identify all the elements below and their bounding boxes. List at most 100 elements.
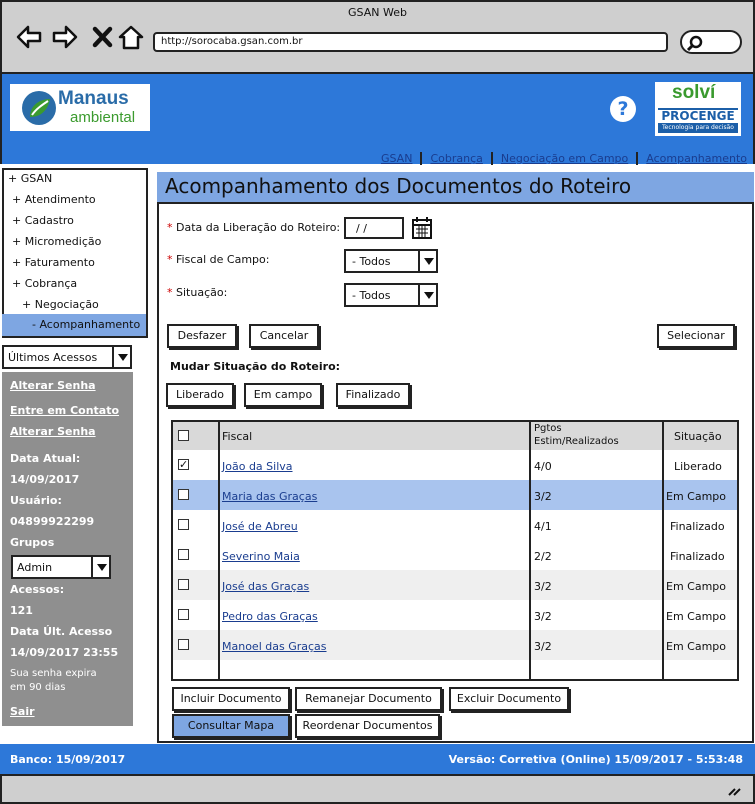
search-icon — [686, 35, 703, 52]
fiscal-link[interactable]: Severino Maia — [222, 550, 300, 563]
fiscal-link[interactable]: Pedro das Graças — [222, 610, 318, 623]
fiscal-label-text: Fiscal de Campo: — [176, 253, 270, 266]
fiscal-link[interactable]: Maria das Graças — [222, 490, 317, 503]
release-date-label: * Data da Liberação do Roteiro: — [167, 221, 340, 234]
header-fiscal: Fiscal — [222, 430, 253, 443]
header-payments-1: Pgtos — [534, 423, 562, 434]
password-expire-line2: em 90 dias — [10, 682, 66, 693]
logo-line1: Manaus — [58, 88, 129, 109]
status-value: Liberado — [674, 460, 722, 473]
finished-button[interactable]: Finalizado — [336, 383, 410, 407]
table-header — [173, 422, 737, 450]
row-checkbox[interactable] — [178, 609, 189, 620]
sidebar-item-atendimento[interactable]: + Atendimento — [12, 193, 96, 206]
fiscal-select[interactable]: - Todos — [344, 249, 438, 273]
help-icon[interactable]: ? — [610, 96, 636, 122]
release-date-input[interactable]: / / — [344, 217, 404, 239]
chevron-down-icon[interactable] — [91, 557, 109, 577]
payments-value: 3/2 — [534, 640, 552, 653]
breadcrumb-gsan[interactable]: GSAN — [373, 152, 423, 165]
sidebar-item-cadastro[interactable]: + Cadastro — [12, 214, 74, 227]
group-select[interactable]: Admin — [11, 555, 111, 579]
delete-document-button[interactable]: Excluir Documento — [449, 687, 569, 711]
last-access-label: Data Últ. Acesso — [10, 625, 113, 638]
calendar-icon[interactable] — [411, 216, 433, 240]
select-all-checkbox[interactable] — [178, 430, 189, 441]
logo-drop-icon — [22, 91, 56, 125]
status-label: * Situação: — [167, 286, 227, 299]
solvi-logo: solví — [672, 82, 716, 103]
in-field-button[interactable]: Em campo — [244, 383, 322, 407]
breadcrumb-cobranca[interactable]: Cobrança — [422, 152, 493, 165]
cancel-button[interactable]: Cancelar — [249, 324, 319, 348]
breadcrumb-acompanhamento[interactable]: Acompanhamento — [638, 152, 747, 165]
breadcrumb-negociacao[interactable]: Negociação em Campo — [493, 152, 639, 165]
sidebar-item-acompanhamento[interactable]: - Acompanhamento — [2, 314, 146, 336]
home-icon[interactable] — [118, 24, 144, 50]
row-checkbox[interactable] — [178, 579, 189, 590]
chevron-down-icon[interactable] — [418, 285, 436, 305]
payments-value: 2/2 — [534, 550, 552, 563]
row-checkbox[interactable]: ✓ — [178, 459, 189, 470]
group-value: Admin — [17, 561, 53, 574]
reassign-document-button[interactable]: Remanejar Documento — [295, 687, 442, 711]
access-value: 121 — [10, 604, 33, 617]
contact-link[interactable]: Entre em Contato — [10, 404, 119, 417]
recent-access-select[interactable]: Últimos Acessos — [2, 345, 132, 369]
url-bar[interactable]: http://sorocaba.gsan.com.br — [153, 32, 668, 52]
release-date-label-text: Data da Liberação do Roteiro: — [176, 221, 341, 234]
sidebar-item-negociacao[interactable]: + Negociação — [22, 298, 99, 311]
include-document-button[interactable]: Incluir Documento — [172, 687, 290, 711]
chevron-down-icon[interactable] — [112, 347, 130, 367]
date-label: Data Atual: — [10, 452, 81, 465]
change-status-title: Mudar Situação do Roteiro: — [170, 360, 341, 373]
payments-value: 3/2 — [534, 610, 552, 623]
status-select[interactable]: - Todos — [344, 283, 438, 307]
change-password-link[interactable]: Alterar Senha — [10, 379, 96, 392]
sidebar-item-faturamento[interactable]: + Faturamento — [12, 256, 95, 269]
undo-button[interactable]: Desfazer — [167, 324, 237, 348]
browser-bottom-bar — [0, 774, 755, 804]
row-checkbox[interactable] — [178, 489, 189, 500]
required-marker: * — [167, 286, 173, 299]
bank-date: Banco: 15/09/2017 — [10, 753, 126, 766]
fiscal-link[interactable]: José das Graças — [222, 580, 309, 593]
sidebar-item-cobranca[interactable]: + Cobrança — [12, 277, 77, 290]
browser-search-box[interactable] — [680, 30, 742, 54]
procenge-tagline: Tecnologia para decisão — [658, 123, 738, 133]
logout-link[interactable]: Sair — [10, 705, 35, 718]
row-checkbox[interactable] — [178, 639, 189, 650]
window-title: GSAN Web — [348, 6, 407, 19]
fiscal-link[interactable]: Manoel das Graças — [222, 640, 327, 653]
header-status: Situação — [674, 430, 722, 443]
row-checkbox[interactable] — [178, 519, 189, 530]
released-button[interactable]: Liberado — [166, 383, 234, 407]
sidebar-item-micromedicao[interactable]: + Micromedição — [12, 235, 101, 248]
payments-value: 3/2 — [534, 580, 552, 593]
status-value: Em Campo — [666, 610, 727, 623]
chevron-down-icon[interactable] — [418, 251, 436, 271]
close-icon[interactable] — [90, 24, 116, 50]
user-label: Usuário: — [10, 494, 62, 507]
fiscal-select-value: - Todos — [352, 255, 391, 268]
password-expire-line1: Sua senha expira — [10, 668, 97, 679]
header-payments-2: Estim/Realizados — [534, 436, 619, 447]
row-checkbox[interactable] — [178, 549, 189, 560]
status-value: Finalizado — [670, 520, 725, 533]
reorder-documents-button[interactable]: Reordenar Documentos — [295, 714, 440, 738]
fiscal-link[interactable]: José de Abreu — [222, 520, 298, 533]
column-divider — [218, 422, 220, 681]
sidebar-item-gsan[interactable]: + GSAN — [8, 172, 52, 185]
status-value: Em Campo — [666, 490, 727, 503]
last-access-value: 14/09/2017 23:55 — [10, 646, 119, 659]
status-bar: Banco: 15/09/2017 Versão: Corretiva (Onl… — [0, 744, 755, 774]
fiscal-link[interactable]: João da Silva — [222, 460, 293, 473]
change-password-link-2[interactable]: Alterar Senha — [10, 425, 96, 438]
select-button[interactable]: Selecionar — [657, 324, 735, 348]
back-arrow-icon[interactable] — [16, 24, 42, 50]
resize-grip-icon[interactable] — [727, 784, 743, 796]
map-button[interactable]: Consultar Mapa — [172, 714, 290, 738]
required-marker: * — [167, 253, 173, 266]
forward-arrow-icon[interactable] — [52, 24, 78, 50]
column-divider — [529, 422, 531, 681]
